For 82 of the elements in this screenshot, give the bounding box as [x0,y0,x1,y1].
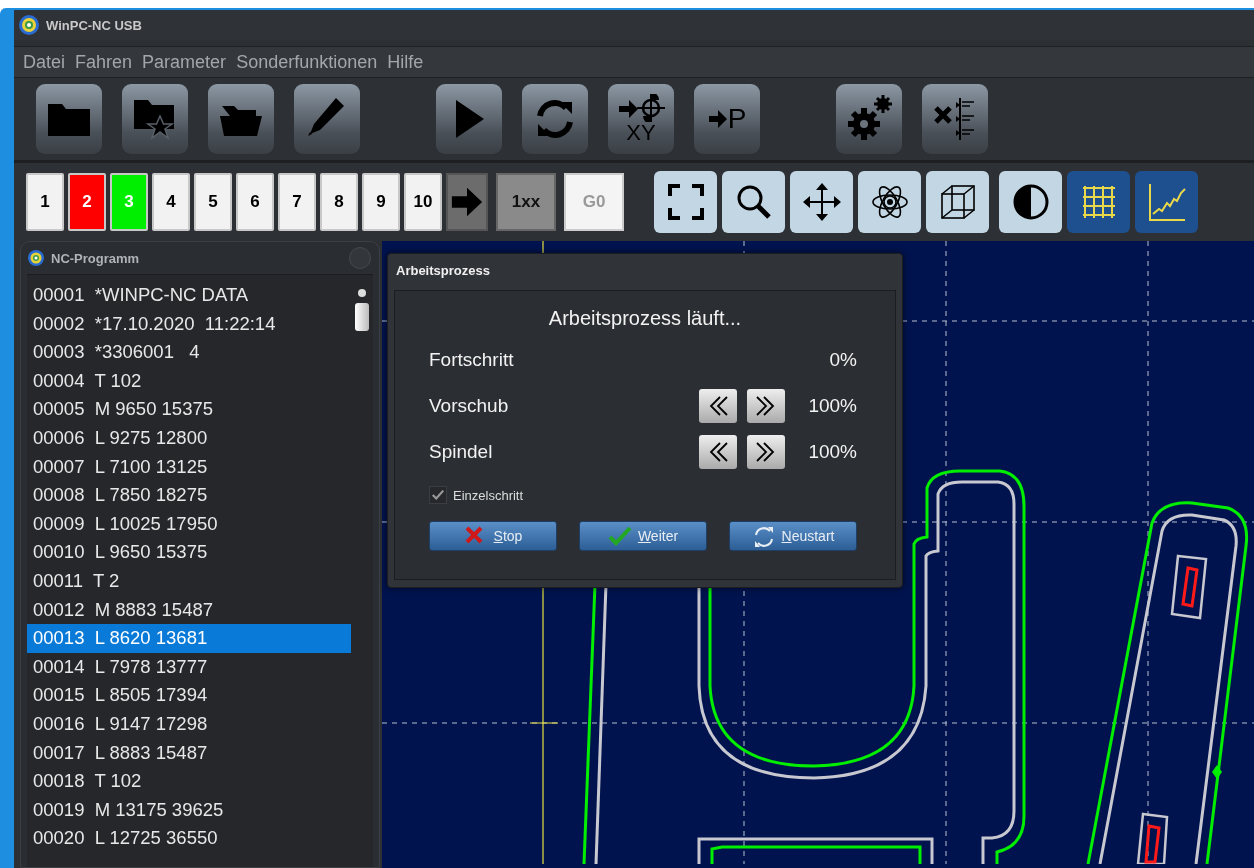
program-line[interactable]: 00012 M 8883 15487 [27,595,351,625]
menu-item[interactable]: Sonderfunktionen [236,51,378,73]
stop-button[interactable]: Stop [429,521,557,551]
program-line[interactable]: 00015 L 8505 17394 [27,681,351,710]
row-label: Vorschub [429,395,510,417]
program-line[interactable]: 00016 L 9147 17298 [27,709,351,739]
program-line[interactable]: 00002 *17.10.2020 11:22:14 [27,309,351,339]
next-button[interactable] [446,173,488,231]
increase-button[interactable] [747,389,785,423]
move-p-button[interactable]: P [694,84,760,154]
tools-button[interactable] [922,84,988,154]
continue-button[interactable]: Weiter [579,521,707,551]
program-slot[interactable]: 8 [320,173,358,231]
checkbox[interactable] [429,486,447,504]
open-button[interactable] [36,84,102,154]
zoom-button[interactable] [722,171,785,233]
line-chart-icon [1146,182,1187,222]
program-line[interactable]: 00009 L 10025 17950 [27,509,351,539]
check-icon [607,525,632,547]
panel-title: NC-Programm [51,250,141,266]
decrease-button[interactable] [699,389,737,423]
fit-view-icon [665,182,706,222]
favorites-button[interactable] [122,84,188,154]
decrease-button[interactable] [699,435,737,469]
program-line[interactable]: 00001 *WINPC-NC DATA [27,281,351,310]
program-slot[interactable]: 2 [68,173,106,231]
program-slot[interactable]: 5 [194,173,232,231]
row-value: 100% [807,395,857,417]
row-label: Fortschritt [429,349,515,371]
program-slot[interactable]: 1 [26,173,64,231]
window-title: WinPC-NC USB [46,17,142,33]
program-line[interactable]: 00018 T 102 [27,767,351,796]
app-logo-icon [27,249,45,267]
program-line[interactable]: 00020 L 12725 36550 [27,824,351,853]
folder-button[interactable] [208,84,274,154]
arrow-crosshair-icon [617,94,665,122]
row-value: 0% [828,349,857,371]
start-button[interactable] [436,84,502,154]
scrollbar-thumb[interactable] [355,303,369,331]
program-line[interactable]: 00017 L 8883 15487 [27,738,351,768]
menu-item[interactable]: Datei [23,51,66,73]
program-line[interactable]: 00014 L 7978 13777 [27,652,351,682]
program-slot[interactable]: 6 [236,173,274,231]
contrast-button[interactable] [999,171,1062,233]
menu-item[interactable]: Hilfe [387,51,424,73]
program-line[interactable]: 00005 M 9650 15375 [27,395,351,424]
status-heading: Arbeitsprozess läuft... [547,306,743,331]
cube-button[interactable] [926,171,989,233]
four-way-arrow-icon [801,182,842,222]
repeat-button[interactable] [522,84,588,154]
program-slot[interactable]: 9 [362,173,400,231]
edit-button[interactable] [294,84,360,154]
row-label: Spindel [429,441,494,463]
grid-button[interactable] [1067,171,1130,233]
program-slot[interactable]: 7 [278,173,316,231]
menu-item[interactable]: Parameter [142,51,227,73]
restart-button[interactable]: Neustart [729,521,857,551]
mode-button[interactable]: 1xx [496,173,556,231]
row-value: 100% [807,441,857,463]
program-line[interactable]: 00011 T 2 [27,566,351,596]
program-slot[interactable]: 10 [404,173,442,231]
pan-button[interactable] [790,171,853,233]
program-line[interactable]: 00006 L 9275 12800 [27,423,351,453]
app-logo-icon [18,14,40,36]
program-line[interactable]: 00004 T 102 [27,366,351,396]
increase-button[interactable] [747,435,785,469]
check-icon [431,488,445,502]
program-slot[interactable]: 4 [152,173,190,231]
checkbox-label: Einzelschritt [453,487,524,503]
menu-item[interactable]: Fahren [75,51,133,73]
program-line[interactable]: 00007 L 7100 13125 [27,452,351,482]
program-line[interactable]: 00003 *3306001 4 [27,338,351,367]
chart-button[interactable] [1135,171,1198,233]
program-line[interactable]: 00019 M 13175 39625 [27,795,351,825]
program-line[interactable]: 00008 L 7850 18275 [27,481,351,510]
scroll-dot [358,289,366,297]
settings-button[interactable] [836,84,902,154]
arrow-icon [707,108,728,130]
program-line[interactable]: 00010 L 9650 15375 [27,538,351,567]
dialog-title: Arbeitsprozess [395,262,491,280]
fit-view-button[interactable] [654,171,717,233]
atom-button[interactable] [858,171,921,233]
